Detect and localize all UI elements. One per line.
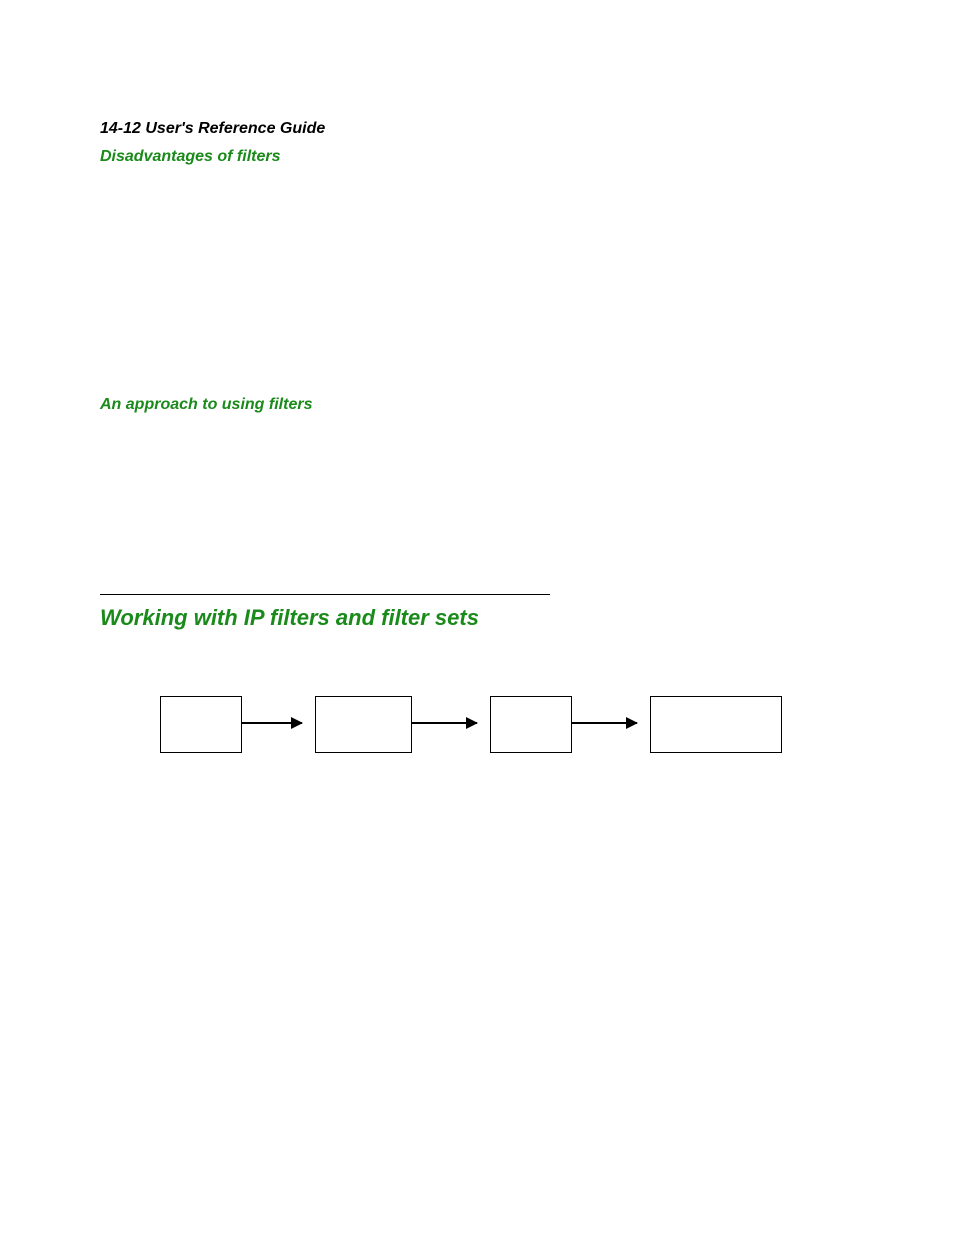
diagram-box-4: [650, 696, 782, 753]
arrow-icon: [412, 722, 477, 724]
subheading-approach: An approach to using filters: [100, 396, 854, 414]
arrow-icon: [242, 722, 302, 724]
page-header: 14-12 User's Reference Guide: [100, 120, 854, 138]
arrow-icon: [572, 722, 637, 724]
diagram-box-3: [490, 696, 572, 753]
section-rule: [100, 594, 550, 595]
diagram-box-1: [160, 696, 242, 753]
subheading-disadvantages: Disadvantages of filters: [100, 148, 854, 166]
flow-diagram: [160, 686, 860, 766]
diagram-box-2: [315, 696, 412, 753]
section-title: Working with IP filters and filter sets: [100, 605, 854, 631]
